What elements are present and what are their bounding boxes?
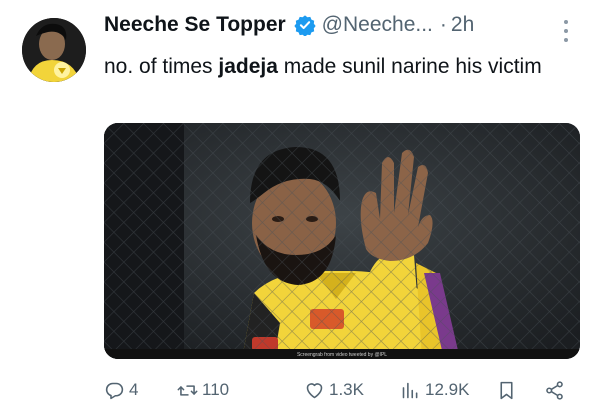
tweet-action-bar: 4 110 1.3K 12.9K <box>104 376 574 404</box>
separator-dot: · <box>439 13 447 36</box>
like-count: 1.3K <box>329 380 364 399</box>
reply-button[interactable]: 4 <box>104 376 138 404</box>
tweet-text-part: no. of times <box>104 55 219 78</box>
share-icon <box>546 380 563 400</box>
author-avatar[interactable] <box>22 18 86 82</box>
tweet-header: Neeche Se Topper @Neeche... · 2h <box>104 13 474 37</box>
bookmark-icon <box>500 381 513 399</box>
share-button[interactable] <box>544 376 565 404</box>
tweet-media-image[interactable]: Screengrab from video tweeted by @IPL <box>104 123 580 359</box>
retweet-button[interactable]: 110 <box>177 376 229 404</box>
bookmark-button[interactable] <box>496 376 517 404</box>
views-icon <box>402 382 418 398</box>
heart-icon <box>306 382 323 398</box>
reply-icon <box>105 382 124 399</box>
retweet-count: 110 <box>202 380 230 399</box>
like-button[interactable]: 1.3K <box>304 376 364 404</box>
media-caption: Screengrab from video tweeted by @IPL <box>297 352 387 358</box>
verified-badge-icon <box>294 15 316 36</box>
tweet-text: no. of times jadeja made sunil narine hi… <box>104 52 584 82</box>
author-handle[interactable]: @Neeche... <box>322 13 433 37</box>
reply-count: 4 <box>129 380 139 399</box>
retweet-icon <box>177 384 198 396</box>
tweet-text-part: made sunil narine his victim <box>277 55 542 78</box>
more-icon[interactable] <box>562 20 570 42</box>
views-count: 12.9K <box>425 380 470 399</box>
tweet-timestamp[interactable]: 2h <box>451 13 474 37</box>
author-name[interactable]: Neeche Se Topper <box>104 13 286 37</box>
tweet-text-bold: jadeja <box>218 55 278 78</box>
views-button[interactable]: 12.9K <box>400 376 469 404</box>
